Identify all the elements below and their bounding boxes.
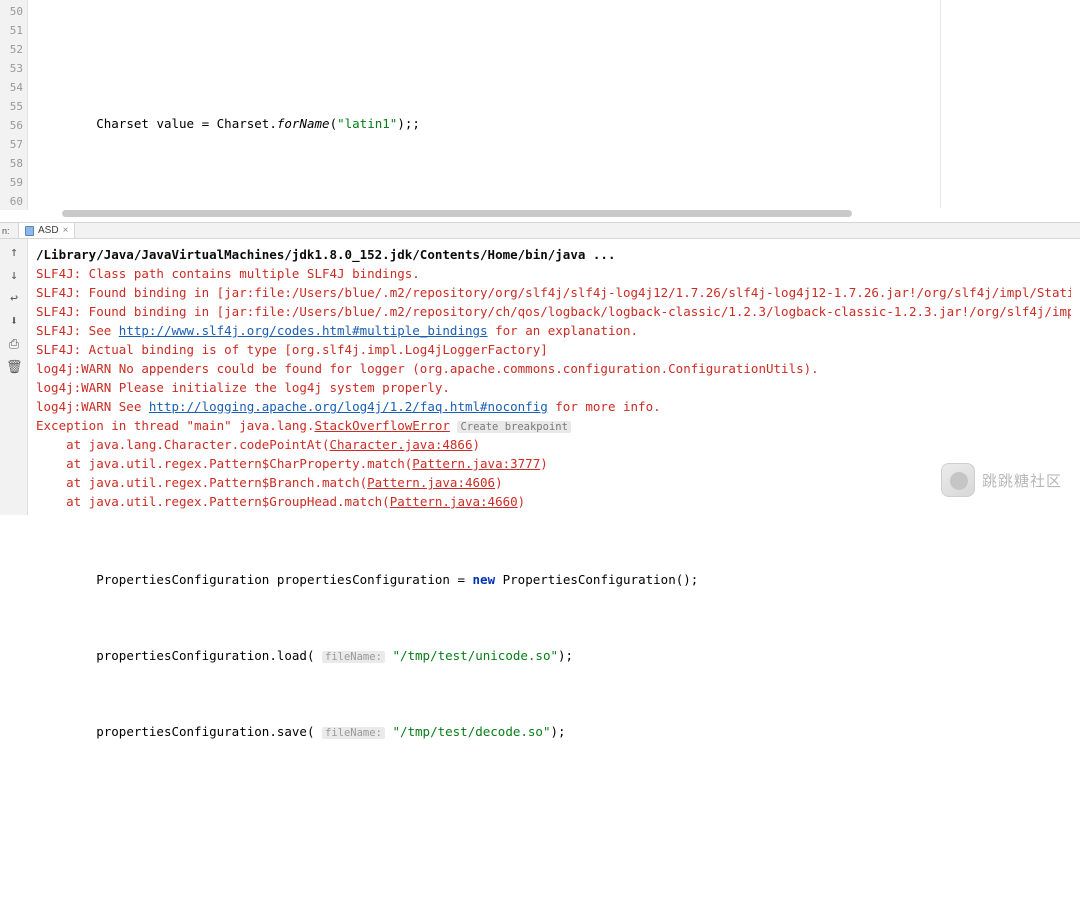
console-line: SLF4J: Found binding in [jar:file:/Users…: [36, 285, 1080, 300]
line-number: 56: [9, 119, 23, 132]
stack-frame-text: at java.util.regex.Pattern$GroupHead.mat…: [36, 494, 390, 509]
stackoverflowerror-link[interactable]: StackOverflowError: [314, 418, 449, 433]
token-latin1: "latin1": [337, 116, 398, 131]
console-line-suffix: for more info.: [547, 399, 661, 414]
tab-label: ASD: [38, 225, 59, 236]
line-number: 53: [9, 62, 23, 75]
stack-frame: at java.lang.Character.codePointAt(Chara…: [36, 435, 1080, 454]
ide-window: 50 51 52 53 54 55 56 57 58 59 60 Charset…: [0, 0, 1080, 739]
code-line-58: propertiesConfiguration.load( fileName: …: [96, 648, 574, 663]
token-charset-var: value: [156, 116, 195, 131]
stack-frame: at java.util.regex.Pattern$GroupHead.mat…: [36, 492, 1080, 511]
console-output[interactable]: /Library/Java/JavaVirtualMachines/jdk1.8…: [28, 239, 1080, 515]
exception-prefix: Exception in thread "main" java.lang.: [36, 418, 315, 433]
param-hint-filename-1: fileName:: [322, 651, 385, 663]
source-link[interactable]: Character.java:4866: [330, 437, 473, 452]
line-number: 55: [9, 100, 23, 113]
editor-code[interactable]: Charset value = Charset.forName("latin1"…: [28, 0, 1080, 739]
token-props-var: propertiesConfiguration: [276, 572, 450, 587]
source-link[interactable]: Pattern.java:3777: [412, 456, 540, 471]
console-command-line: /Library/Java/JavaVirtualMachines/jdk1.8…: [36, 247, 616, 262]
token-path-decode: "/tmp/test/decode.so": [392, 724, 551, 739]
console-line-prefix: log4j:WARN See: [36, 399, 149, 414]
log4j-faq-link[interactable]: http://logging.apache.org/log4j/1.2/faq.…: [149, 399, 548, 414]
stack-frame-text: at java.util.regex.Pattern$Branch.match(: [36, 475, 368, 490]
code-line-59: propertiesConfiguration.save( fileName: …: [96, 724, 566, 739]
slf4j-docs-link[interactable]: http://www.slf4j.org/codes.html#multiple…: [119, 323, 488, 338]
line-number: 50: [9, 5, 23, 18]
console-line-prefix: SLF4J: See: [36, 323, 119, 338]
stack-frame-text: at java.util.regex.Pattern$CharProperty.…: [36, 456, 413, 471]
token-props-ctor: PropertiesConfiguration: [502, 572, 676, 587]
print-icon[interactable]: ⎙: [6, 337, 22, 353]
create-breakpoint-button[interactable]: Create breakpoint: [457, 421, 571, 433]
line-number: 60: [9, 195, 23, 208]
stack-frame-suffix: ): [495, 475, 503, 490]
scroll-down-icon[interactable]: ↓: [6, 268, 22, 284]
source-link[interactable]: Pattern.java:4606: [367, 475, 495, 490]
tabstrip-corner-label: n:: [2, 226, 10, 236]
token-forname: forName: [276, 116, 330, 131]
console-line: log4j:WARN No appenders could be found f…: [36, 361, 819, 376]
watermark-logo-icon: [940, 463, 975, 497]
stack-frame-suffix: ): [540, 456, 548, 471]
stack-frame-text: at java.lang.Character.codePointAt(: [36, 437, 330, 452]
token-props-var-3: propertiesConfiguration: [96, 724, 270, 739]
line-number: 59: [9, 176, 23, 189]
token-charset-class: Charset: [216, 116, 270, 131]
scroll-to-end-icon[interactable]: ⬇: [6, 314, 22, 330]
token-new-3: new: [472, 572, 496, 587]
tab-asd[interactable]: ASD ×: [18, 223, 76, 239]
java-file-icon: [25, 225, 34, 236]
editor-gutter: 50 51 52 53 54 55 56 57 58 59 60: [0, 0, 28, 210]
param-hint-filename-2: fileName:: [322, 727, 385, 739]
code-line-57: PropertiesConfiguration propertiesConfig…: [96, 572, 699, 587]
line-number: 52: [9, 43, 23, 56]
soft-wrap-icon[interactable]: ↩: [6, 291, 22, 307]
editor-pane: 50 51 52 53 54 55 56 57 58 59 60 Charset…: [0, 0, 1080, 739]
console-line: SLF4J: Found binding in [jar:file:/Users…: [36, 304, 1080, 319]
console-line: SLF4J: See http://www.slf4j.org/codes.ht…: [36, 321, 1080, 340]
stack-frame-suffix: ): [517, 494, 526, 509]
clear-all-icon[interactable]: 🗑: [6, 360, 23, 376]
console-toolbar: ↑ ↓ ↩ ⬇ ⎙ 🗑: [0, 239, 28, 515]
editor-hscrollbar-thumb[interactable]: [62, 210, 852, 217]
token-charset-type: Charset: [96, 116, 149, 131]
token-props-var-2: propertiesConfiguration: [96, 648, 270, 663]
console-line-suffix: for an explanation.: [487, 323, 639, 338]
console-line: log4j:WARN See http://logging.apache.org…: [36, 397, 1080, 416]
line-number: 54: [9, 81, 23, 94]
stack-frame: at java.util.regex.Pattern$Branch.match(…: [36, 473, 1080, 492]
token-props-type: PropertiesConfiguration: [96, 572, 270, 587]
console-line: log4j:WARN Please initialize the log4j s…: [36, 380, 450, 395]
watermark: 跳跳糖社区: [940, 463, 1062, 497]
line-number: 51: [9, 24, 23, 37]
stack-frame: at java.util.regex.Pattern$CharProperty.…: [36, 454, 1080, 473]
code-line-51: Charset value = Charset.forName("latin1"…: [96, 116, 420, 131]
source-link[interactable]: Pattern.java:4660: [390, 494, 518, 509]
console-line: SLF4J: Class path contains multiple SLF4…: [36, 266, 420, 281]
stack-frame-suffix: ): [472, 437, 481, 452]
close-icon[interactable]: ×: [63, 225, 69, 236]
line-number: 58: [9, 157, 23, 170]
console-vscrollbar[interactable]: [1071, 239, 1080, 515]
stack-frame: at java.util.regex.Pattern$Loop.match(Pa…: [36, 511, 1080, 515]
console-line: SLF4J: Actual binding is of type [org.sl…: [36, 342, 548, 357]
token-path-unicode-2: "/tmp/test/unicode.so": [392, 648, 559, 663]
console-exception-line: Exception in thread "main" java.lang.Sta…: [36, 416, 1080, 435]
run-tool-tabstrip: n: ASD ×: [0, 222, 1080, 239]
scroll-up-icon[interactable]: ↑: [6, 245, 22, 261]
watermark-text: 跳跳糖社区: [981, 472, 1062, 490]
line-number: 57: [9, 138, 23, 151]
